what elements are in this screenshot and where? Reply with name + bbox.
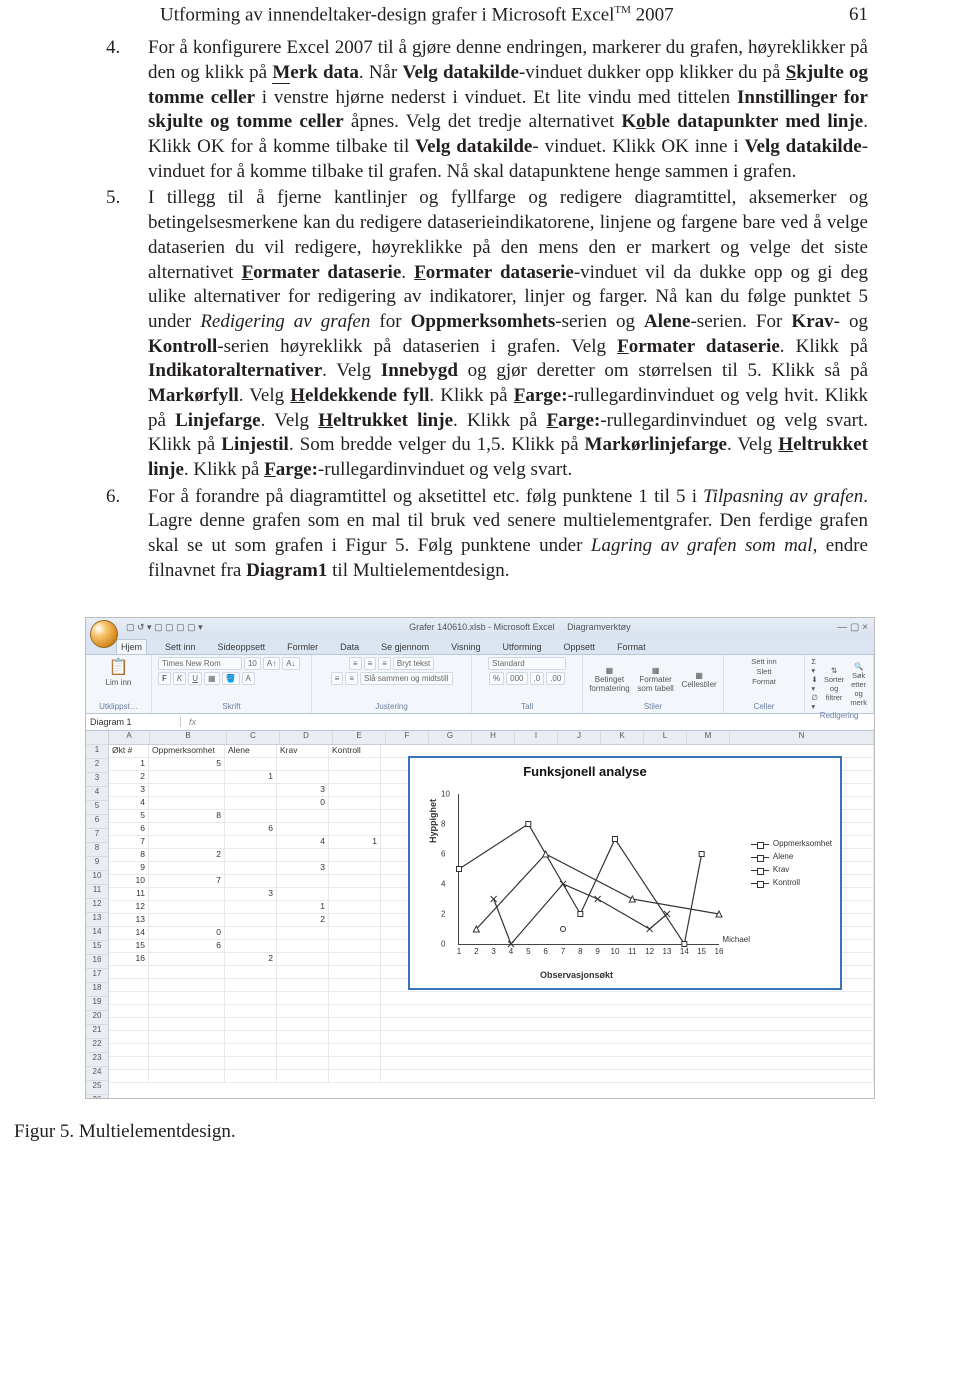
tab-hjem[interactable]: Hjem	[116, 639, 147, 654]
align-icon[interactable]: ≡	[349, 657, 362, 670]
grow-font-icon[interactable]: A↑	[263, 657, 280, 670]
fontcolor-icon[interactable]: A	[242, 672, 255, 685]
figure-5: ▢ ↺ ▾ ▢ ▢ ▢ ▢ ▾ Grafer 140610.xlsb - Mic…	[85, 617, 875, 1099]
border-icon[interactable]: ▦	[204, 672, 220, 685]
bold-button[interactable]: F	[158, 672, 171, 685]
window-controls[interactable]: — ▢ ×	[837, 622, 868, 633]
title-bar: ▢ ↺ ▾ ▢ ▢ ▢ ▢ ▾ Grafer 140610.xlsb - Mic…	[86, 618, 874, 636]
embedded-chart[interactable]: Funksjonell analyse Hyppighet Observasjo…	[409, 757, 841, 989]
column-headers[interactable]: ABCDEFGHIJKLMN	[109, 731, 874, 745]
chart-ylabel: Hyppighet	[428, 799, 438, 843]
delete-button[interactable]: Slett	[757, 667, 772, 676]
tab-sett-inn[interactable]: Sett inn	[161, 640, 200, 654]
list-num-4: 4.	[100, 36, 148, 184]
figure-caption: Figur 5. Multielementdesign.	[0, 1121, 960, 1143]
find-icon[interactable]: 🔍	[850, 662, 867, 671]
merge-button[interactable]: Slå sammen og midtstill	[360, 672, 452, 685]
fx-icon[interactable]: fx	[181, 717, 204, 727]
running-header: Utforming av innendeltaker-design grafer…	[0, 0, 960, 26]
list-num-5: 5.	[100, 186, 148, 482]
formula-bar[interactable]: Diagram 1 fx	[86, 714, 874, 731]
cond-format-icon[interactable]: ▦	[589, 666, 629, 675]
cell-styles-icon[interactable]: ▦	[682, 671, 717, 680]
excel-window: ▢ ↺ ▾ ▢ ▢ ▢ ▢ ▾ Grafer 140610.xlsb - Mic…	[85, 617, 875, 1099]
fontsize-select[interactable]: 10	[244, 657, 261, 670]
paste-icon[interactable]: 📋	[109, 657, 129, 677]
fill-icon[interactable]: 🪣	[222, 672, 240, 685]
page-number: 61	[849, 4, 868, 26]
chart-legend: Oppmerksomhet Alene Krav Kontroll	[751, 838, 832, 889]
chart-title: Funksjonell analyse	[410, 764, 760, 779]
font-select[interactable]: Times New Rom	[158, 657, 242, 670]
format-button[interactable]: Format	[752, 677, 776, 686]
ribbon-tabs[interactable]: Hjem Sett inn Sideoppsett Formler Data S…	[86, 636, 874, 655]
tab-sideoppsett[interactable]: Sideoppsett	[214, 640, 270, 654]
tab-formler[interactable]: Formler	[283, 640, 322, 654]
number-format[interactable]: Standard	[488, 657, 566, 670]
ribbon: 📋Lim innUtklippst… Times New Rom10A↑A↓FK…	[86, 655, 874, 714]
body-text: 4. For å konfigurere Excel 2007 til å gj…	[0, 26, 960, 583]
row-headers[interactable]: 1234567891011121314151617181920212223242…	[86, 731, 109, 1099]
sort-icon[interactable]: ⇅	[824, 666, 844, 675]
tab-format[interactable]: Format	[613, 640, 650, 654]
tab-visning[interactable]: Visning	[447, 640, 484, 654]
wrap-button[interactable]: Bryt tekst	[393, 657, 434, 670]
italic-button[interactable]: K	[173, 672, 186, 685]
name-box[interactable]: Diagram 1	[86, 717, 181, 727]
shrink-font-icon[interactable]: A↓	[282, 657, 299, 670]
tab-oppsett[interactable]: Oppsett	[560, 640, 600, 654]
underline-button[interactable]: U	[188, 672, 202, 685]
chart-xlabel: Observasjonsøkt	[540, 970, 613, 980]
tab-data[interactable]: Data	[336, 640, 363, 654]
chart-plot-area: 024681012345678910111213141516	[458, 794, 719, 945]
chart-annotation: Michael	[722, 935, 750, 944]
format-table-icon[interactable]: ▦	[636, 666, 676, 675]
tab-se-gjennom[interactable]: Se gjennom	[377, 640, 433, 654]
insert-button[interactable]: Sett inn	[751, 657, 776, 666]
tab-utforming[interactable]: Utforming	[499, 640, 546, 654]
list-num-6: 6.	[100, 485, 148, 584]
